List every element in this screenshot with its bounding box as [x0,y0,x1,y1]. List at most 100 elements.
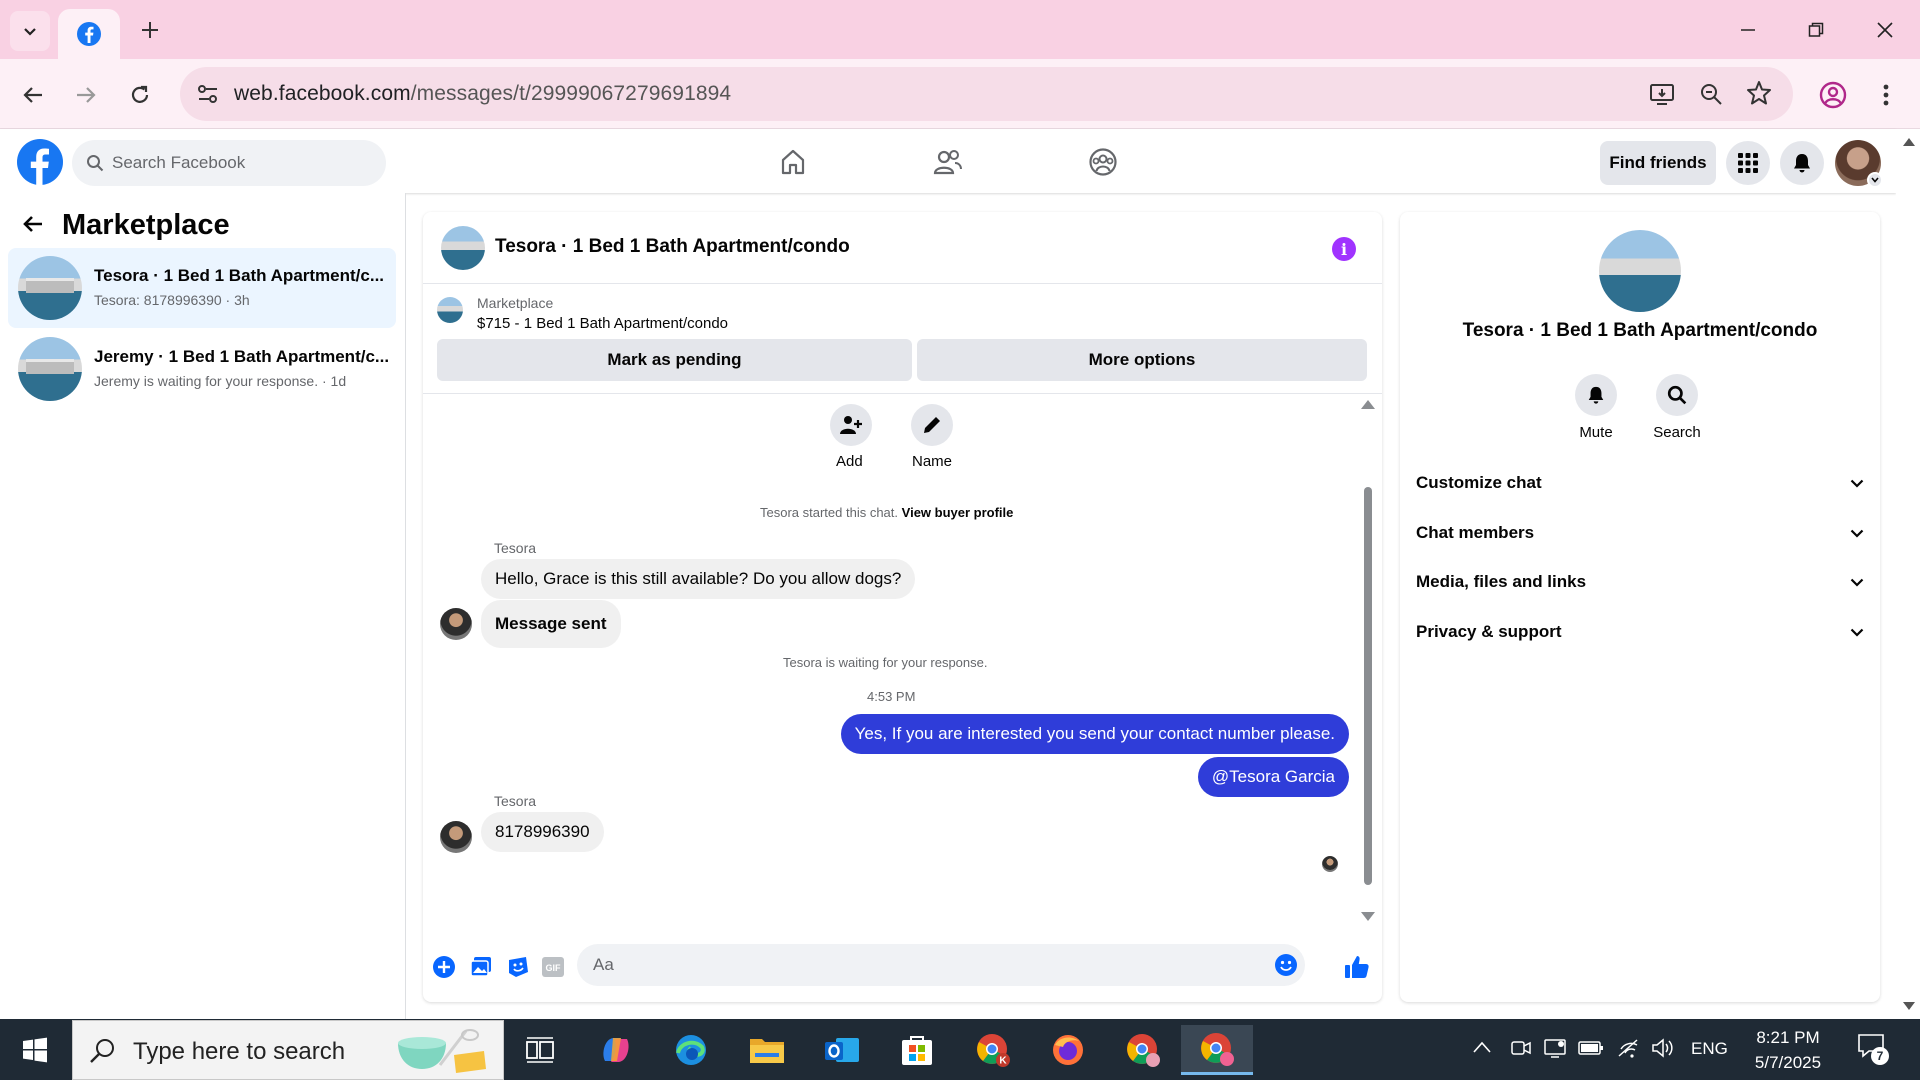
restore-button[interactable] [1792,10,1840,50]
menu-button[interactable] [1726,141,1770,185]
message-input-placeholder: Aa [593,955,614,974]
facebook-logo-icon [30,148,49,185]
new-tab-button[interactable] [130,12,170,48]
add-people-button[interactable] [830,404,872,446]
search-icon [1667,385,1687,405]
mute-button[interactable]: Mute [1556,374,1636,441]
show-hidden-icons-icon[interactable] [1473,1041,1491,1053]
chat-thumbnail[interactable] [441,226,485,270]
search-highlight-illustration-icon [398,1029,486,1073]
tab-search-button[interactable] [10,11,50,51]
conversation-item[interactable]: Jeremy · 1 Bed 1 Bath Apartment/c... Jer… [8,329,396,409]
bookmark-star-icon[interactable] [1746,80,1772,106]
search-in-chat-button[interactable]: Search [1637,374,1717,441]
taskbar-app-chrome-profile-k[interactable]: K [962,1025,1024,1075]
display-tray-icon[interactable] [1543,1037,1567,1059]
taskbar-search-box[interactable]: Type here to search [72,1020,504,1080]
info-icon[interactable]: i [1332,237,1356,261]
account-dropdown-badge[interactable] [1867,172,1883,188]
thumbs-up-icon[interactable] [1344,954,1370,980]
sender-name: Tesora [494,540,537,556]
sender-avatar[interactable] [440,821,472,853]
taskbar-app-chrome-profile-2[interactable] [1112,1025,1174,1075]
chat-members-section[interactable]: Chat members [1416,511,1864,555]
forward-button[interactable] [66,75,106,115]
chrome-icon: K [977,1034,1010,1067]
site-settings-icon[interactable] [195,81,221,107]
media-files-links-section[interactable]: Media, files and links [1416,560,1864,604]
name-chat-button[interactable] [911,404,953,446]
facebook-search-input[interactable]: Search Facebook [72,140,386,186]
notifications-button[interactable] [1780,141,1824,185]
notification-center-button[interactable]: 7 [1857,1033,1889,1065]
message-bubble-incoming[interactable]: Hello, Grace is this still available? Do… [481,559,916,599]
back-button[interactable] [13,75,53,115]
chat-scroll-up-icon[interactable] [1361,400,1375,409]
nav-friends[interactable] [893,139,1003,185]
scroll-up-icon[interactable] [1903,138,1915,146]
message-bubble-outgoing[interactable]: Yes, If you are interested you send your… [840,714,1349,754]
minimize-button[interactable] [1724,10,1772,50]
taskbar-app-edge[interactable] [660,1025,722,1075]
sticker-icon[interactable] [506,955,530,979]
taskbar-app-firefox[interactable] [1037,1025,1099,1075]
browser-menu-button[interactable] [1866,75,1906,115]
reload-button[interactable] [120,75,160,115]
chat-scrollbar-thumb[interactable] [1364,487,1372,885]
emoji-icon[interactable] [1274,953,1298,977]
scroll-down-icon[interactable] [1903,1002,1915,1010]
info-thumbnail[interactable] [1599,230,1681,312]
account-avatar[interactable] [1835,140,1883,188]
battery-icon[interactable] [1578,1038,1604,1058]
taskbar-app-store[interactable] [886,1025,948,1075]
photo-icon[interactable] [469,955,493,979]
listing-price[interactable]: $715 - 1 Bed 1 Bath Apartment/condo [477,315,728,332]
message-bubble-incoming[interactable]: 8178996390 [481,812,604,852]
taskbar-app-outlook[interactable] [811,1025,873,1075]
gif-icon[interactable]: GIF [541,956,565,978]
message-bubble-incoming[interactable]: Message sent [481,600,621,648]
section-label: Customize chat [1416,473,1542,492]
wifi-icon[interactable] [1617,1037,1641,1059]
facebook-logo[interactable] [17,139,63,185]
profile-button[interactable] [1813,75,1853,115]
nav-groups[interactable] [1048,139,1158,185]
install-app-icon[interactable] [1649,81,1675,107]
volume-icon[interactable] [1651,1037,1675,1059]
search-label: Search [1653,424,1701,441]
customize-chat-section[interactable]: Customize chat [1416,461,1864,505]
taskbar-app-chrome-active[interactable] [1181,1025,1253,1075]
chevron-down-icon [1850,529,1864,538]
address-bar[interactable]: web.facebook.com/messages/t/299990672796… [180,67,1793,121]
chat-panel: Tesora · 1 Bed 1 Bath Apartment/condo i … [423,212,1382,1002]
privacy-support-section[interactable]: Privacy & support [1416,610,1864,654]
camera-tray-icon[interactable] [1510,1037,1532,1059]
language-indicator[interactable]: ENG [1691,1039,1728,1059]
conversation-item[interactable]: Tesora · 1 Bed 1 Bath Apartment/c... Tes… [8,248,396,328]
taskbar-app-file-explorer[interactable] [736,1025,798,1075]
facebook-header: Search Facebook Find friends [0,129,1896,193]
chat-scroll-down-icon[interactable] [1361,912,1375,921]
view-buyer-profile-link[interactable]: View buyer profile [902,505,1014,520]
message-input[interactable]: Aa [577,944,1305,986]
back-arrow-icon[interactable] [22,213,44,235]
more-options-button[interactable]: More options [917,339,1367,381]
plus-circle-icon[interactable] [432,955,456,979]
start-button[interactable] [0,1019,70,1080]
browser-tab-facebook[interactable] [58,9,120,59]
system-clock[interactable]: 8:21 PM 5/7/2025 [1740,1025,1836,1075]
page-scrollbar[interactable] [1896,129,1920,1019]
task-view-button[interactable] [509,1025,571,1075]
find-friends-button[interactable]: Find friends [1600,141,1716,185]
listing-thumbnail[interactable] [437,297,463,323]
taskbar-app-copilot[interactable] [585,1025,647,1075]
nav-home[interactable] [738,139,848,185]
sender-avatar[interactable] [440,608,472,640]
mark-as-pending-button[interactable]: Mark as pending [437,339,912,381]
zoom-icon[interactable] [1698,81,1724,107]
close-window-button[interactable] [1861,10,1909,50]
message-bubble-outgoing[interactable]: @Tesora Garcia [1197,757,1349,797]
arrow-left-icon [23,87,42,103]
close-icon [1877,22,1893,38]
chat-title[interactable]: Tesora · 1 Bed 1 Bath Apartment/condo [495,236,850,258]
